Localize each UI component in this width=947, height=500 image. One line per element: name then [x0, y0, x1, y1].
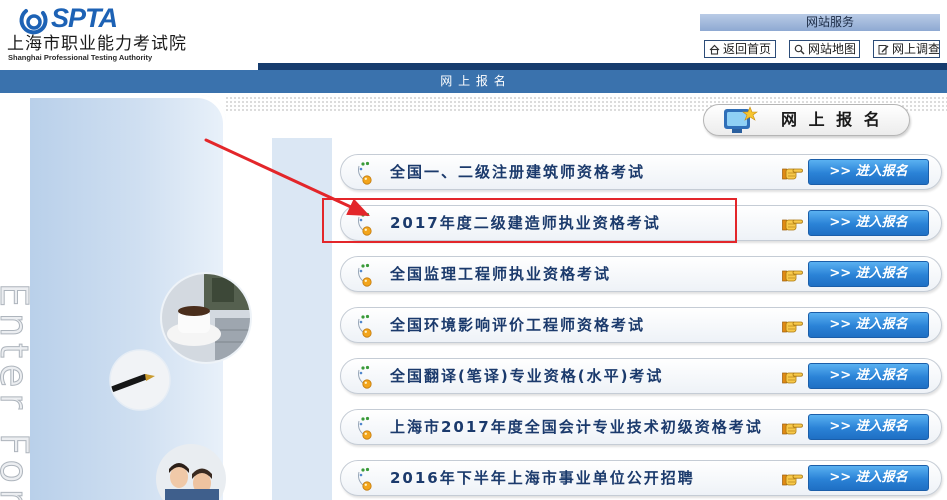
exam-title[interactable]: 全国一、二级注册建筑师资格考试 [390, 155, 645, 189]
logo-text[interactable]: SPTA [51, 2, 118, 34]
watermark-container: Enter For [0, 283, 34, 500]
enter-registration-button[interactable]: >> 进入报名 [808, 312, 929, 338]
enter-registration-button[interactable]: >> 进入报名 [808, 159, 929, 185]
spta-logo-icon[interactable] [17, 6, 51, 36]
enter-registration-button[interactable]: >> 进入报名 [808, 210, 929, 236]
bullet-icon [358, 365, 372, 389]
exam-row[interactable]: 2016年下半年上海市事业单位公开招聘 >> 进入报名 [340, 460, 942, 496]
org-name-en: Shanghai Professional Testing Authority [8, 53, 153, 62]
nav-bar: 网 上 报 名 [0, 70, 947, 93]
exam-row[interactable]: 上海市2017年度全国会计专业技术初级资格考试 >> 进入报名 [340, 409, 942, 445]
org-name-cn: 上海市职业能力考试院 [7, 34, 187, 54]
exam-row[interactable]: 全国环境影响评价工程师资格考试 >> 进入报名 [340, 307, 942, 343]
exam-title[interactable]: 全国监理工程师执业资格考试 [390, 257, 611, 291]
site-services-title: 网站服务 [700, 14, 940, 31]
enter-registration-button[interactable]: >> 进入报名 [808, 261, 929, 287]
online-registration-tab: 网 上 报 名 [703, 104, 910, 136]
pointing-hand-icon [782, 270, 803, 282]
pointing-hand-icon [782, 372, 803, 384]
home-link-label: 返回首页 [723, 42, 772, 56]
tab-title: 网 上 报 名 [781, 110, 883, 129]
exam-row[interactable]: 全国监理工程师执业资格考试 >> 进入报名 [340, 256, 942, 292]
bullet-icon [358, 314, 372, 338]
edit-icon [878, 44, 889, 54]
search-icon [794, 44, 805, 55]
bullet-icon [358, 416, 372, 440]
coffee-photo [160, 272, 252, 364]
sitemap-link[interactable]: 网站地图 [789, 40, 860, 58]
exam-title[interactable]: 全国环境影响评价工程师资格考试 [390, 308, 645, 342]
pointing-hand-icon [782, 168, 803, 180]
enter-registration-button[interactable]: >> 进入报名 [808, 465, 929, 491]
content-strip [272, 138, 332, 500]
home-link[interactable]: 返回首页 [704, 40, 776, 58]
pointing-hand-icon [782, 219, 803, 231]
enter-registration-button[interactable]: >> 进入报名 [808, 414, 929, 440]
header-divider [258, 63, 947, 70]
exam-title[interactable]: 上海市2017年度全国会计专业技术初级资格考试 [390, 410, 763, 444]
sitemap-link-label: 网站地图 [808, 42, 857, 56]
site-header: SPTA 上海市职业能力考试院 Shanghai Professional Te… [0, 0, 947, 63]
enter-for-watermark: Enter For [0, 283, 34, 500]
highlight-box [322, 198, 737, 243]
exam-row[interactable]: 全国一、二级注册建筑师资格考试 >> 进入报名 [340, 154, 942, 190]
exam-row[interactable]: 全国翻译(笔译)专业资格(水平)考试 >> 进入报名 [340, 358, 942, 394]
bullet-icon [358, 161, 372, 185]
pen-photo [109, 349, 171, 411]
pointing-hand-icon [782, 474, 803, 486]
pointing-hand-icon [782, 423, 803, 435]
home-icon [709, 44, 720, 55]
computer-icon [724, 106, 758, 133]
bullet-icon [358, 263, 372, 287]
people-photo [156, 444, 226, 500]
bullet-icon [358, 467, 372, 491]
exam-title[interactable]: 2016年下半年上海市事业单位公开招聘 [390, 461, 695, 495]
exam-title[interactable]: 全国翻译(笔译)专业资格(水平)考试 [390, 359, 663, 393]
pointing-hand-icon [782, 321, 803, 333]
survey-link[interactable]: 网上调查 [873, 40, 940, 58]
enter-registration-button[interactable]: >> 进入报名 [808, 363, 929, 389]
survey-link-label: 网上调查 [892, 42, 940, 56]
